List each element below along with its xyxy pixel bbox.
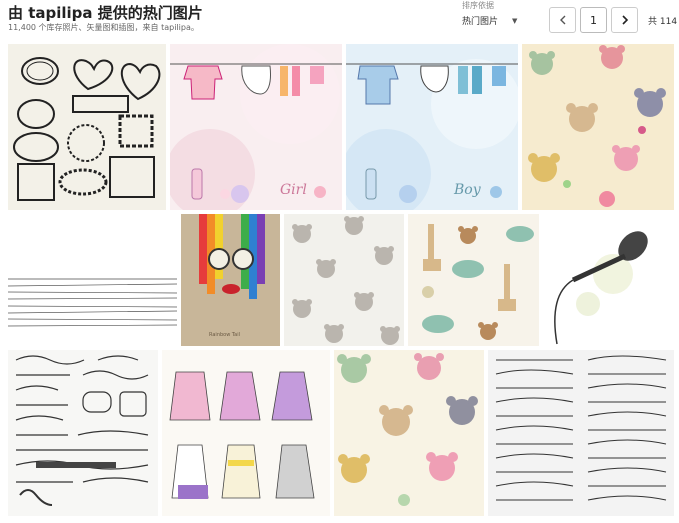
gallery-tile-vintage-microphone[interactable] — [543, 214, 674, 346]
chevron-left-icon — [559, 15, 565, 25]
gallery-tile-seascape-sketch[interactable] — [8, 214, 177, 346]
svg-text:Rainbow Tail: Rainbow Tail — [209, 332, 240, 338]
baby-boy-clothesline-image: Boy — [346, 44, 518, 210]
gallery-tile-baby-girl-clothesline[interactable]: Girl — [170, 44, 342, 210]
frames-doodle-image — [8, 44, 166, 210]
teddy-bears-pattern-image — [522, 44, 674, 210]
gallery-tile-teddy-bears-pattern[interactable] — [522, 44, 674, 210]
dividers-collection-image — [488, 350, 674, 516]
gallery-tile-ornament-dividers[interactable] — [8, 350, 158, 516]
gallery-tile-dresses-on-hangers[interactable] — [162, 350, 330, 516]
giraffe-bear-pattern-image — [408, 214, 539, 346]
rainbow-hair-woman-image: Rainbow Tail — [181, 214, 280, 346]
page-title: 由 tapilipa 提供的热门图片 — [8, 4, 203, 22]
gallery-tile-dividers-collection[interactable] — [488, 350, 674, 516]
sort-dropdown[interactable]: 热门图片 ▼ — [462, 14, 518, 28]
vintage-microphone-image — [543, 214, 674, 346]
gallery-tile-baby-boy-clothesline[interactable]: Boy — [346, 44, 518, 210]
baby-girl-clothesline-image: Girl — [170, 44, 342, 210]
sort-label: 排序依据 — [462, 1, 494, 10]
ornament-dividers-image — [8, 350, 158, 516]
gallery-tile-colored-teddy-pattern[interactable] — [334, 350, 484, 516]
page-number-input[interactable] — [580, 7, 607, 33]
colored-teddy-pattern-image — [334, 350, 484, 516]
grey-teddy-pattern-image — [284, 214, 404, 346]
chevron-right-icon — [621, 15, 628, 25]
gallery-tile-rainbow-hair-woman[interactable]: Rainbow Tail — [181, 214, 280, 346]
svg-text:Girl: Girl — [280, 182, 307, 198]
gallery-tile-frames-doodle[interactable] — [8, 44, 166, 210]
total-pages: 共 114 页 — [648, 16, 679, 27]
pagination: 共 114 页 — [549, 7, 679, 33]
gallery-tile-grey-teddy-pattern[interactable] — [284, 214, 404, 346]
svg-text:Boy: Boy — [453, 182, 482, 198]
next-page-button[interactable] — [611, 7, 638, 33]
page-subtitle: 11,400 个库存照片、矢量图和插图，来自 tapilipa。 — [8, 23, 199, 32]
prev-page-button[interactable] — [549, 7, 576, 33]
gallery-tile-giraffe-bear-pattern[interactable] — [408, 214, 539, 346]
dresses-on-hangers-image — [162, 350, 330, 516]
seascape-sketch-image — [8, 214, 177, 346]
chevron-down-icon: ▼ — [512, 16, 518, 25]
sort-selected-value: 热门图片 — [462, 17, 499, 27]
